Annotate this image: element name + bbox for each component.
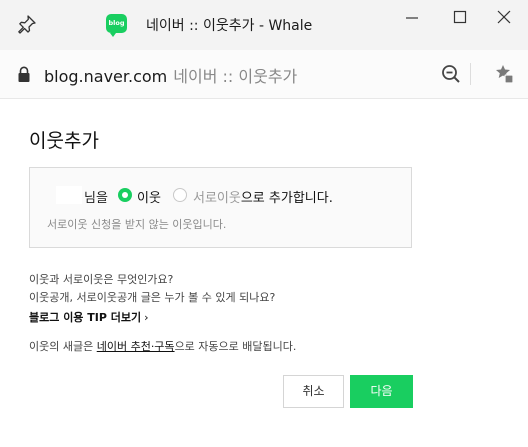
title-bar: blog 네이버 :: 이웃추가 - Whale xyxy=(0,0,528,50)
tip-more-label: 블로그 이용 TIP 더보기 xyxy=(29,311,142,324)
faq-link-visibility[interactable]: 이웃공개, 서로이웃공개 글은 누가 볼 수 있게 되나요? xyxy=(29,289,275,305)
radio-mutual-neighbor[interactable] xyxy=(173,188,187,202)
mutual-option-text: 서로이웃 xyxy=(193,191,241,206)
tip-more-link[interactable]: 블로그 이용 TIP 더보기 › xyxy=(29,309,149,325)
nickname-suffix: 님을 xyxy=(84,191,108,206)
radio-neighbor-label[interactable]: 이웃 xyxy=(137,187,161,206)
window-title: 네이버 :: 이웃추가 - Whale xyxy=(146,18,313,34)
chevron-right-icon: › xyxy=(144,311,149,324)
url-page-title: 네이버 :: 이웃추가 xyxy=(173,67,298,86)
radio-mutual-label[interactable]: 서로이웃으로 추가합니다. xyxy=(193,187,333,206)
blog-favicon-icon: blog xyxy=(106,14,127,37)
close-icon[interactable] xyxy=(492,8,516,28)
extension-icon[interactable] xyxy=(494,63,516,85)
note-suffix: 으로 자동으로 배달됩니다. xyxy=(174,340,297,353)
zoom-out-icon[interactable] xyxy=(441,64,461,84)
recommend-subscribe-link[interactable]: 네이버 추천·구독 xyxy=(97,340,175,353)
minimize-icon[interactable] xyxy=(400,8,424,28)
delivery-note: 이웃의 새글은 네이버 추천·구독으로 자동으로 배달됩니다. xyxy=(29,338,296,354)
mutual-option-suffix: 으로 추가합니다. xyxy=(240,191,333,206)
note-prefix: 이웃의 새글은 xyxy=(29,340,97,353)
url-field[interactable]: blog.naver.com 네이버 :: 이웃추가 xyxy=(44,63,297,87)
nickname-placeholder xyxy=(56,186,82,204)
radio-neighbor[interactable] xyxy=(118,188,132,202)
pin-icon[interactable] xyxy=(17,14,37,34)
cancel-button[interactable]: 취소 xyxy=(283,375,344,408)
next-button[interactable]: 다음 xyxy=(350,375,413,408)
maximize-icon[interactable] xyxy=(448,8,472,28)
option-box xyxy=(29,167,412,248)
address-divider xyxy=(470,63,471,85)
url-host: blog.naver.com xyxy=(44,67,168,86)
faq-link-neighbor-types[interactable]: 이웃과 서로이웃은 무엇인가요? xyxy=(29,271,173,287)
page-title: 이웃추가 xyxy=(29,130,99,152)
option-description: 서로이웃 신청을 받지 않는 이웃입니다. xyxy=(47,218,227,231)
lock-icon[interactable] xyxy=(17,66,31,83)
